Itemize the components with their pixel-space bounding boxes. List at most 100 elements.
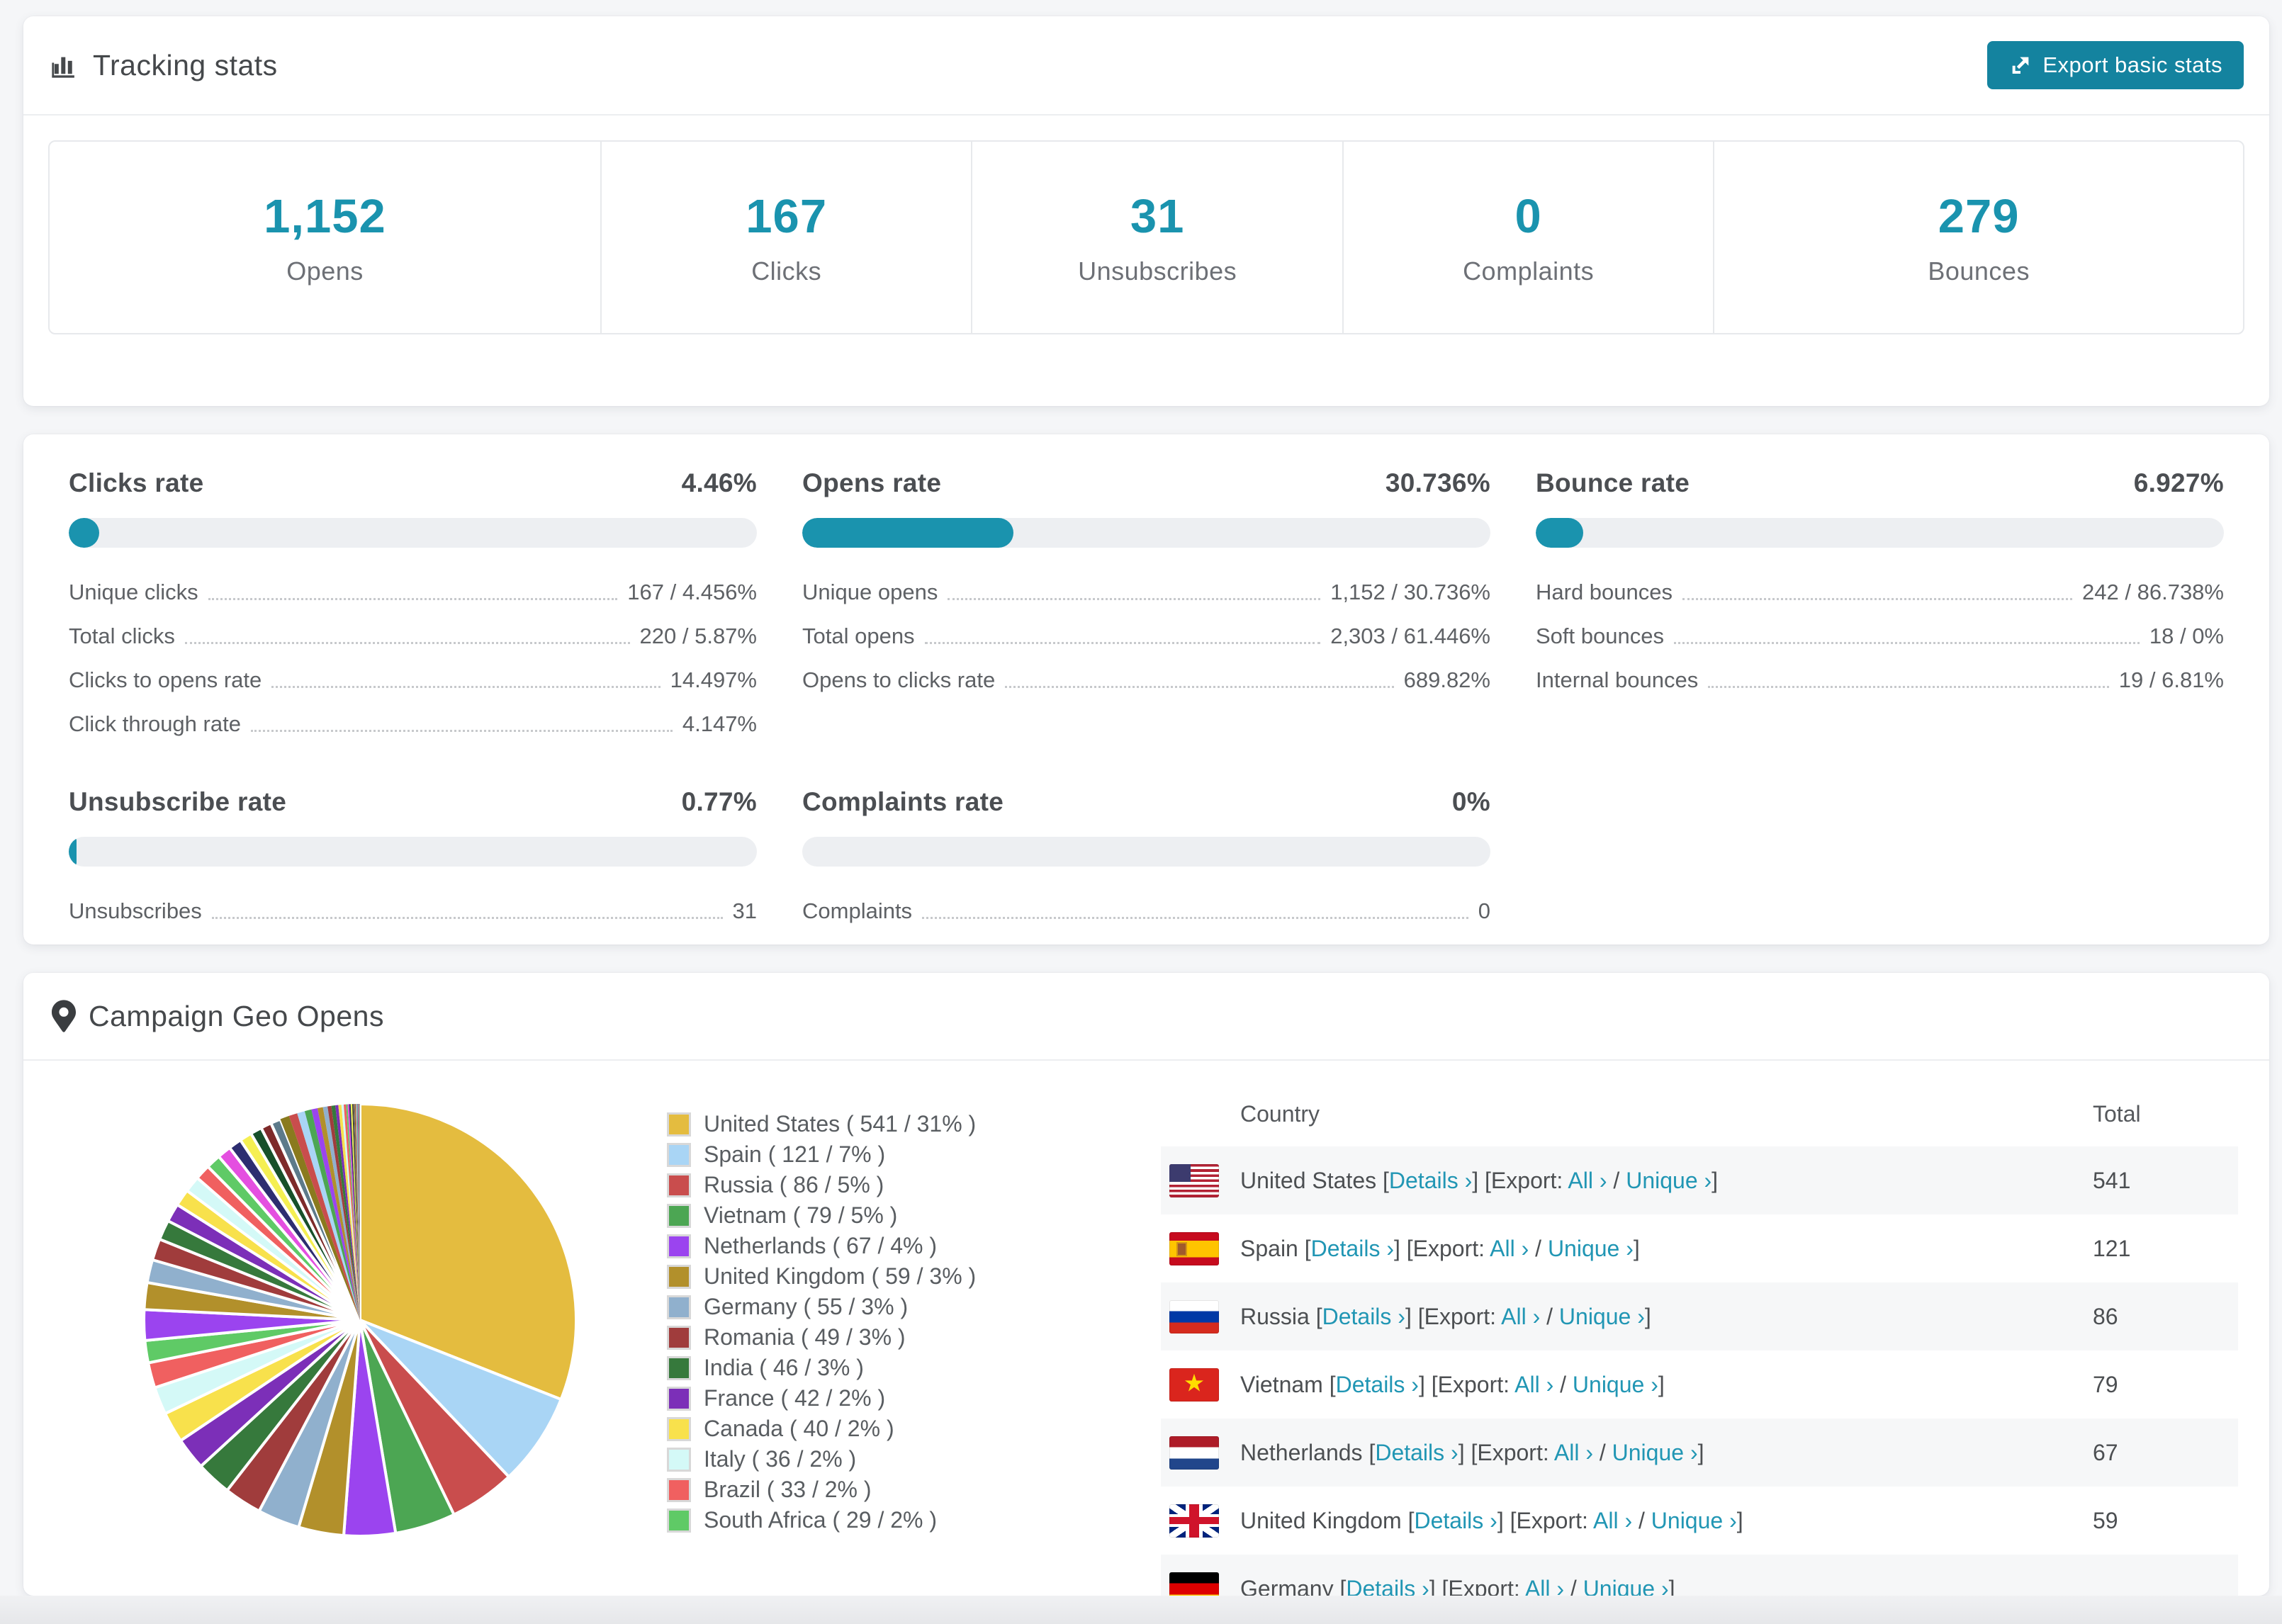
export-unique-link[interactable]: Unique › xyxy=(1548,1236,1634,1261)
stat-value: 1,152 xyxy=(264,189,386,243)
progress-track xyxy=(69,518,757,548)
country-name: Netherlands xyxy=(1240,1439,1369,1465)
flag-gb-icon xyxy=(1169,1504,1219,1538)
export-all-link[interactable]: All › xyxy=(1593,1508,1632,1533)
legend-item: Vietnam ( 79 / 5% ) xyxy=(667,1200,976,1231)
rate-detail-row: Total clicks 220 / 5.87% xyxy=(69,614,757,658)
details-link[interactable]: Details › xyxy=(1346,1576,1429,1596)
details-link[interactable]: Details › xyxy=(1414,1508,1497,1533)
legend-swatch xyxy=(667,1142,691,1167)
export-all-link[interactable]: All › xyxy=(1525,1576,1564,1596)
progress-fill xyxy=(1536,518,1584,548)
page-background-strip xyxy=(0,1596,2282,1624)
legend-item: Russia ( 86 / 5% ) xyxy=(667,1170,976,1200)
legend-label: Romania ( 49 / 3% ) xyxy=(704,1324,906,1350)
rates-card: Clicks rate 4.46% Unique clicks 167 / 4.456… xyxy=(23,434,2269,944)
country-cell: Spain [Details ›] [Export: All › / Uniqu… xyxy=(1240,1236,2093,1262)
page-title: Tracking stats xyxy=(49,49,278,82)
rate-row-label: Unique opens xyxy=(802,580,938,604)
dotted-leader xyxy=(208,598,618,600)
rate-title: Complaints rate xyxy=(802,787,1004,816)
export-all-link[interactable]: All › xyxy=(1554,1440,1593,1465)
export-all-link[interactable]: All › xyxy=(1501,1304,1540,1329)
legend-swatch xyxy=(667,1386,691,1411)
export-unique-link[interactable]: Unique › xyxy=(1583,1576,1669,1596)
export-all-link[interactable]: All › xyxy=(1568,1168,1607,1193)
stat-card-unsubscribes: 31 Unsubscribes xyxy=(971,142,1342,333)
legend-label: Brazil ( 33 / 2% ) xyxy=(704,1477,872,1502)
details-link[interactable]: Details › xyxy=(1336,1372,1419,1397)
rate-value: 0% xyxy=(1451,787,1490,816)
rate-detail-row: Internal bounces 19 / 6.81% xyxy=(1536,658,2224,702)
progress-fill xyxy=(69,518,100,548)
rate-row-value: 18 / 0% xyxy=(2149,624,2224,648)
dotted-leader xyxy=(924,642,1321,644)
slash: / xyxy=(1540,1303,1559,1329)
flag-nl-icon xyxy=(1169,1436,1219,1470)
rate-detail-row: Unique opens 1,152 / 30.736% xyxy=(802,570,1490,614)
stat-value: 31 xyxy=(1130,189,1185,243)
bracket: [ xyxy=(1304,1235,1311,1261)
details-link[interactable]: Details › xyxy=(1389,1168,1472,1193)
country-cell: United Kingdom [Details ›] [Export: All … xyxy=(1240,1508,2093,1534)
legend-swatch xyxy=(667,1477,691,1502)
country-name: United States xyxy=(1240,1167,1383,1193)
rate-panel-head: Clicks rate 4.46% xyxy=(69,468,757,498)
campaign-geo-opens-card: Campaign Geo Opens United States ( 541 /… xyxy=(23,973,2269,1596)
country-name: United Kingdom xyxy=(1240,1507,1408,1533)
stat-card-opens: 1,152 Opens xyxy=(50,142,600,333)
geo-title: Campaign Geo Opens xyxy=(52,1000,384,1033)
stat-card-bounces: 279 Bounces xyxy=(1713,142,2243,333)
progress-track xyxy=(1536,518,2224,548)
rate-detail-row: Unique clicks 167 / 4.456% xyxy=(69,570,757,614)
bracket: ] [Export: xyxy=(1405,1303,1502,1329)
legend-label: France ( 42 / 2% ) xyxy=(704,1385,886,1411)
slash: / xyxy=(1553,1371,1573,1397)
rate-detail-rows: Hard bounces 242 / 86.738% Soft bounces 18 … xyxy=(1536,570,2224,702)
rate-row-label: Total clicks xyxy=(69,624,175,648)
export-unique-link[interactable]: Unique › xyxy=(1559,1304,1645,1329)
rates-grid: Clicks rate 4.46% Unique clicks 167 / 4.456… xyxy=(69,468,2224,933)
bracket: ] xyxy=(1658,1371,1665,1397)
details-link[interactable]: Details › xyxy=(1375,1440,1458,1465)
dotted-leader xyxy=(922,917,1468,919)
rate-panel-complaints-rate: Complaints rate 0% Complaints 0 xyxy=(802,787,1490,933)
legend-swatch xyxy=(667,1173,691,1197)
legend-item: Brazil ( 33 / 2% ) xyxy=(667,1474,976,1505)
dotted-leader xyxy=(184,642,630,644)
legend-swatch xyxy=(667,1112,691,1137)
export-all-link[interactable]: All › xyxy=(1490,1236,1529,1261)
export-all-link[interactable]: All › xyxy=(1514,1372,1553,1397)
geo-pie-chart xyxy=(126,1086,594,1554)
legend-item: United Kingdom ( 59 / 3% ) xyxy=(667,1261,976,1292)
export-unique-link[interactable]: Unique › xyxy=(1626,1168,1712,1193)
bracket: ] [Export: xyxy=(1472,1167,1568,1193)
rate-row-value: 31 xyxy=(732,898,757,923)
progress-fill xyxy=(69,837,77,867)
country-cell: Germany [Details ›] [Export: All › / Uni… xyxy=(1240,1576,2093,1596)
geo-table: Country Total United States [Details ›] … xyxy=(1161,1081,2238,1596)
progress-fill xyxy=(802,518,1014,548)
legend-item: United States ( 541 / 31% ) xyxy=(667,1109,976,1139)
progress-track xyxy=(69,837,757,867)
rate-row-label: Click through rate xyxy=(69,711,241,736)
rate-detail-row: Opens to clicks rate 689.82% xyxy=(802,658,1490,702)
export-unique-link[interactable]: Unique › xyxy=(1651,1508,1737,1533)
rate-row-label: Internal bounces xyxy=(1536,667,1699,692)
legend-item: France ( 42 / 2% ) xyxy=(667,1383,976,1414)
details-link[interactable]: Details › xyxy=(1311,1236,1394,1261)
legend-label: Germany ( 55 / 3% ) xyxy=(704,1294,909,1319)
flag-us-icon xyxy=(1169,1163,1219,1197)
legend-label: Vietnam ( 79 / 5% ) xyxy=(704,1202,898,1228)
export-unique-link[interactable]: Unique › xyxy=(1573,1372,1658,1397)
country-name: Vietnam xyxy=(1240,1371,1330,1397)
stat-label: Complaints xyxy=(1463,256,1595,286)
rate-title: Bounce rate xyxy=(1536,468,1690,497)
export-basic-stats-button[interactable]: Export basic stats xyxy=(1987,41,2244,89)
rate-detail-row: Hard bounces 242 / 86.738% xyxy=(1536,570,2224,614)
details-link[interactable]: Details › xyxy=(1322,1304,1405,1329)
map-marker-icon xyxy=(52,1000,76,1032)
export-unique-link[interactable]: Unique › xyxy=(1612,1440,1698,1465)
rate-detail-row: Click through rate 4.147% xyxy=(69,702,757,746)
rate-panel-unsubscribe-rate: Unsubscribe rate 0.77% Unsubscribes 31 xyxy=(69,787,757,933)
